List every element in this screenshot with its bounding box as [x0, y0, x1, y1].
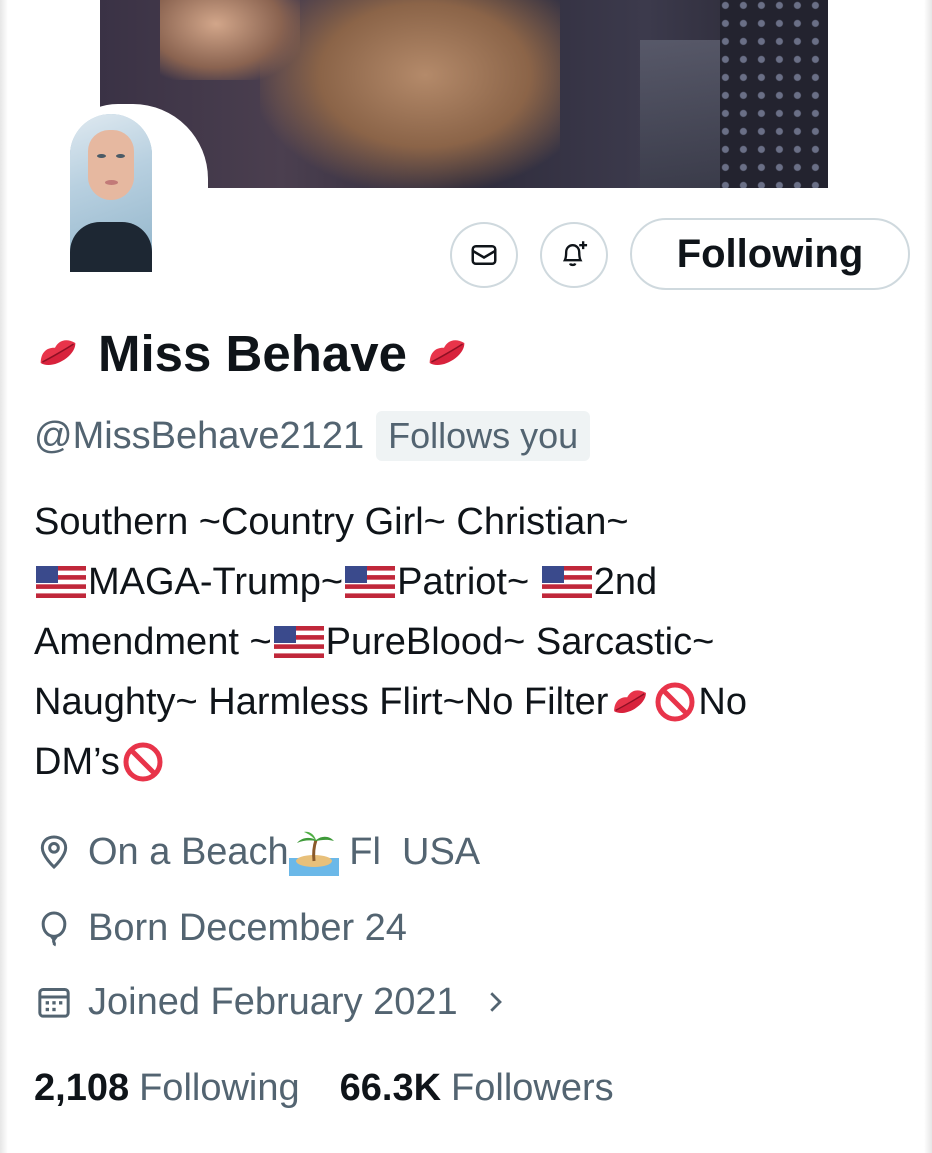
location-text: On a Beach: [88, 830, 289, 873]
followers-count: 66.3K: [339, 1066, 442, 1109]
envelope-icon: [471, 245, 497, 265]
follow-stats: 2,108 Following 66.3K Followers: [34, 1060, 614, 1116]
display-name: Miss Behave: [98, 324, 407, 382]
joined-text: Joined February 2021: [88, 980, 458, 1023]
bio-line: Southern ~Country Girl~ Christian~: [34, 492, 914, 552]
us-flag-icon: [541, 566, 592, 598]
desert-island-icon: [288, 831, 339, 876]
avatar-lips: [105, 180, 118, 185]
kiss-mark-icon: [429, 340, 465, 365]
bio-text: Patriot~: [397, 561, 540, 603]
bio-text: MAGA-Trump~: [88, 561, 344, 603]
location-pin-icon: [40, 835, 68, 870]
followers-stat[interactable]: 66.3K Followers: [340, 1067, 614, 1110]
avatar[interactable]: [70, 114, 152, 272]
screen-edge-left: [0, 0, 8, 1153]
location-suffix: Fl USA: [338, 830, 481, 873]
us-flag-icon: [273, 626, 324, 658]
prohibited-icon: [123, 742, 163, 782]
profile-banner-image[interactable]: [100, 0, 828, 188]
avatar-eye: [116, 154, 125, 158]
bio-text: No: [698, 681, 747, 723]
us-flag-icon: [345, 566, 396, 598]
bio-line: MAGA-Trump~ Patriot~ 2nd: [34, 552, 914, 612]
notifications-button[interactable]: [540, 222, 608, 288]
username-handle: @MissBehave2121: [34, 414, 365, 457]
bio-text: Amendment ~: [34, 621, 272, 663]
bio-text: 2nd: [593, 561, 658, 603]
prohibited-icon: [655, 682, 695, 722]
us-flag-icon: [36, 566, 86, 598]
bio-text: DM’s: [34, 741, 120, 783]
following-label: Following: [139, 1066, 300, 1109]
kiss-mark-icon: [40, 340, 76, 365]
bio-text: PureBlood~ Sarcastic~: [325, 621, 715, 663]
bio-text: Southern ~Country Girl~ Christian~: [34, 501, 629, 543]
bio-line: DM’s: [34, 732, 914, 792]
kiss-mark-icon: [614, 690, 647, 713]
avatar-clothing: [70, 222, 152, 272]
followers-label: Followers: [451, 1066, 614, 1109]
bio-text: Naughty~ Harmless Flirt~No Filter: [34, 681, 609, 723]
following-stat[interactable]: 2,108 Following: [34, 1067, 300, 1110]
bell-plus-icon: [562, 241, 588, 267]
banner-shape: [720, 0, 828, 188]
banner-shape: [260, 0, 560, 188]
profile-bio: Southern ~Country Girl~ Christian~ MAGA-…: [34, 492, 914, 792]
following-button[interactable]: Following: [630, 218, 910, 290]
following-count: 2,108: [34, 1066, 130, 1109]
message-button[interactable]: [450, 222, 518, 288]
birthday-text: Born December 24: [88, 906, 407, 949]
bio-line: Naughty~ Harmless Flirt~No Filter No: [34, 672, 914, 732]
profile-birthday: Born December 24: [34, 900, 407, 956]
balloon-icon: [41, 911, 67, 947]
chevron-right-icon[interactable]: [480, 987, 510, 1017]
banner-shape: [160, 0, 300, 80]
display-name-row: Miss Behave: [34, 318, 471, 388]
calendar-icon: [38, 988, 70, 1018]
avatar-eye: [97, 154, 106, 158]
banner-shape: [640, 40, 730, 188]
follows-you-badge: Follows you: [376, 411, 591, 461]
handle-row: @MissBehave2121 Follows you: [34, 408, 591, 464]
avatar-face: [88, 130, 134, 200]
bio-line: Amendment ~ PureBlood~ Sarcastic~: [34, 612, 914, 672]
profile-joined[interactable]: Joined February 2021: [34, 974, 510, 1030]
profile-location: On a Beach Fl USA: [34, 824, 480, 880]
screen-edge-right: [924, 0, 932, 1153]
